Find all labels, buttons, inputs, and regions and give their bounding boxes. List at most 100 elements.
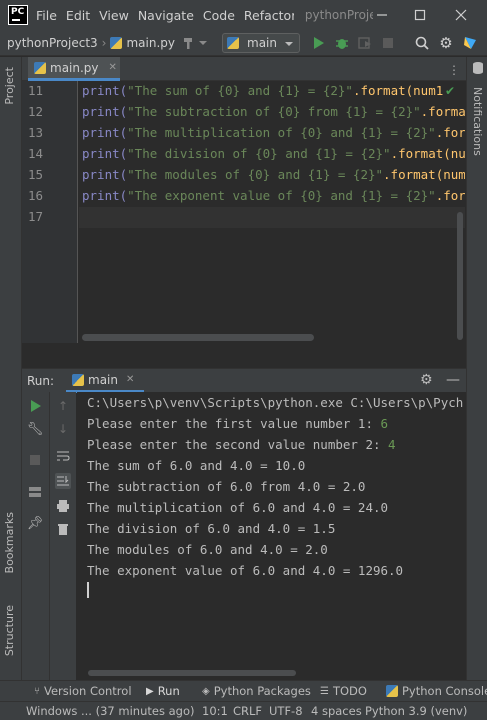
play-icon: ▶ (146, 685, 154, 697)
build-hammer-button[interactable] (182, 35, 198, 51)
tool-todo-label: TODO (332, 684, 367, 698)
editor-horizontal-scrollbar[interactable] (82, 334, 314, 341)
edit-config-button[interactable]: 🔧︎ (27, 421, 44, 437)
code-line[interactable]: print("The subtraction of {0} from {1} =… (82, 104, 465, 119)
code-line[interactable]: print("The modules of {0} and {1} = {2}"… (82, 167, 465, 182)
console-line: The sum of 6.0 and 4.0 = 10.0 (87, 458, 306, 473)
left-tool-stripe: Project Bookmarks Structure (0, 57, 22, 680)
menu-view[interactable]: View (99, 8, 129, 23)
console-line: The subtraction of 6.0 from 4.0 = 2.0 (87, 479, 366, 494)
close-icon (455, 9, 467, 21)
minimize-button[interactable] (363, 0, 401, 30)
chevron-down-icon (285, 42, 293, 46)
console-horizontal-scrollbar[interactable] (88, 670, 296, 676)
maximize-button[interactable] (401, 0, 439, 30)
print-button[interactable] (55, 498, 71, 514)
menu-navigate[interactable]: Navigate (138, 8, 194, 23)
build-dropdown-button[interactable] (198, 35, 208, 51)
run-configuration-select[interactable]: main (222, 33, 300, 53)
status-message[interactable]: Windows ... (37 minutes ago) (26, 704, 194, 718)
menu-refactor[interactable]: Refactor (244, 8, 294, 23)
pycharm-logo[interactable]: PC (8, 5, 28, 25)
minimize-icon (377, 14, 387, 16)
line-separator[interactable]: CRLF (233, 704, 262, 718)
gear-icon: ⚙ (439, 34, 453, 52)
scroll-to-end-button[interactable] (55, 473, 71, 489)
caret-position[interactable]: 10:1 (202, 704, 228, 718)
tool-run[interactable]: ▶ Run (146, 684, 180, 698)
python-interpreter[interactable]: Python 3.9 (venv) (365, 704, 467, 718)
run-tab-label: main (88, 372, 118, 387)
search-everywhere-button[interactable] (414, 35, 430, 51)
settings-button[interactable]: ⚙ (438, 34, 454, 52)
arrow-down-icon: ↓ (57, 422, 69, 436)
soft-wrap-button[interactable] (55, 448, 71, 464)
tool-tab-structure-label: Structure (3, 605, 16, 657)
run-console[interactable]: C:\Users\p\venv\Scripts\python.exe C:\Us… (77, 392, 466, 680)
file-encoding[interactable]: UTF-8 (269, 704, 303, 718)
breadcrumb-separator: › (101, 35, 107, 50)
code-line[interactable]: print("The exponent value of {0} and {1}… (82, 188, 465, 203)
gear-icon: ⚙ (420, 372, 433, 388)
tool-tab-project[interactable]: Project (3, 67, 16, 105)
tool-tab-structure[interactable]: Structure (3, 605, 16, 656)
code-editor[interactable]: print("The sum of {0} and {1} = {2}".for… (79, 81, 465, 343)
code-line[interactable]: print("The division of {0} and {1} = {2}… (82, 146, 465, 161)
rerun-button[interactable] (27, 398, 43, 414)
run-config-label: main (247, 36, 277, 50)
indent-setting[interactable]: 4 spaces (311, 704, 362, 718)
menu-code[interactable]: Code (203, 8, 235, 23)
debug-button[interactable] (334, 35, 350, 51)
trash-icon (58, 524, 68, 535)
inspection-ok-icon[interactable]: ✔ (445, 84, 455, 98)
toolbox-button[interactable] (462, 35, 478, 51)
editor-gutter: 11 12 13 14 15 16 17 (22, 81, 78, 343)
breadcrumb-project[interactable]: pythonProject3 (7, 36, 98, 50)
line-number: 12 (28, 104, 44, 119)
tool-version-control[interactable]: ⑂ Version Control (34, 684, 132, 698)
run-panel-label: Run: (27, 373, 55, 388)
run-button[interactable] (310, 35, 326, 51)
line-number: 15 (28, 167, 44, 182)
close-tab-icon[interactable]: ✕ (126, 374, 134, 385)
tool-tab-notifications[interactable]: Notifications (471, 87, 484, 156)
line-number: 17 (28, 209, 44, 224)
bug-icon (336, 39, 348, 49)
editor-tab-main-py[interactable]: main.py ✕ (28, 57, 120, 81)
menu-file[interactable]: File (36, 8, 57, 23)
database-tool-button[interactable] (471, 61, 485, 78)
play-icon (31, 400, 41, 412)
coverage-button[interactable] (357, 35, 373, 51)
code-line[interactable]: print("The sum of {0} and {1} = {2}".for… (82, 83, 451, 98)
run-settings-button[interactable]: ⚙ (420, 372, 433, 388)
close-tab-icon[interactable]: ✕ (109, 62, 117, 73)
stop-run-button[interactable] (27, 452, 43, 468)
more-vertical-icon: ⋮ (448, 63, 460, 77)
line-number: 14 (28, 146, 44, 161)
tool-python-console[interactable]: Python Console (386, 684, 487, 698)
editor-vertical-scrollbar[interactable] (457, 212, 463, 340)
layout-button[interactable] (27, 484, 43, 500)
tool-python-console-label: Python Console (402, 684, 487, 698)
scroll-up-button[interactable]: ↑ (55, 398, 71, 414)
coverage-icon (358, 37, 371, 49)
stop-button[interactable] (380, 35, 396, 51)
close-window-button[interactable] (442, 0, 480, 30)
pin-tab-button[interactable]: 📌︎ (27, 515, 44, 531)
scroll-down-button[interactable]: ↓ (55, 421, 71, 437)
clear-console-button[interactable] (55, 521, 71, 537)
tool-python-packages[interactable]: ◈ Python Packages (202, 684, 311, 698)
scroll-to-end-icon (57, 476, 69, 486)
menu-edit[interactable]: Edit (66, 8, 90, 23)
hide-panel-button[interactable]: — (446, 372, 460, 388)
console-line: The exponent value of 6.0 and 4.0 = 1296… (87, 563, 404, 578)
wrap-icon (57, 451, 70, 461)
navigation-bar: pythonProject3 › main.py main ⚙ (0, 30, 487, 56)
breadcrumb-file[interactable]: main.py (110, 36, 175, 50)
console-line: Please enter the first value number 1: 6 (87, 416, 389, 431)
run-tab-main[interactable]: main ✕ (66, 369, 144, 393)
code-line[interactable]: print("The multiplication of {0} and {1}… (82, 125, 465, 140)
editor-tab-menu-button[interactable]: ⋮ (448, 63, 460, 77)
tool-tab-bookmarks[interactable]: Bookmarks (3, 512, 16, 573)
tool-todo[interactable]: ☰ TODO (320, 684, 367, 698)
